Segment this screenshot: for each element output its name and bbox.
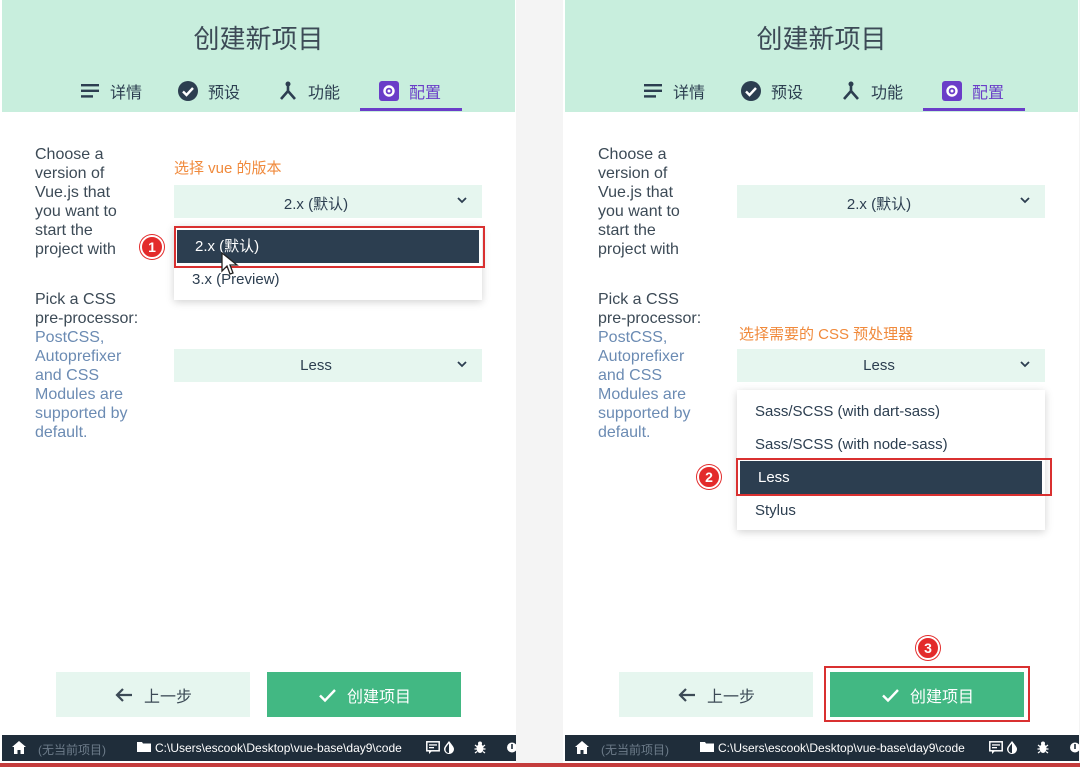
info-icon[interactable] xyxy=(507,741,516,754)
option-stylus[interactable]: Stylus xyxy=(737,494,1045,527)
css-preprocessor-select[interactable]: Less xyxy=(174,349,482,382)
select-value: Less xyxy=(863,357,895,374)
create-project-panel-right: 创建新项目 详情 预设 功能 配置 Choose a version of Vu… xyxy=(563,0,1079,767)
tab-label: 配置 xyxy=(972,85,1005,102)
css-annotation: 选择需要的 CSS 预处理器 xyxy=(739,326,914,343)
arrow-left-icon xyxy=(114,685,134,705)
list-icon xyxy=(643,81,663,101)
project-path[interactable]: C:\Users\escook\Desktop\vue-base\day9\co… xyxy=(155,741,402,755)
folder-icon xyxy=(137,741,151,752)
tab-features[interactable]: 功能 xyxy=(841,76,903,106)
option-dart-sass[interactable]: Sass/SCSS (with dart-sass) xyxy=(737,395,1045,428)
active-tab-indicator xyxy=(360,108,462,111)
current-project-text[interactable]: (无当前项目) xyxy=(601,741,669,758)
header: 创建新项目 详情 预设 功能 配置 xyxy=(565,0,1078,112)
option-node-sass[interactable]: Sass/SCSS (with node-sass) xyxy=(737,428,1045,461)
css-description: PostCSS, Autoprefixer and CSS Modules ar… xyxy=(35,329,128,441)
chevron-down-icon xyxy=(1019,193,1031,207)
project-path[interactable]: C:\Users\escook\Desktop\vue-base\day9\co… xyxy=(718,741,965,755)
status-bar: (无当前项目) C:\Users\escook\Desktop\vue-base… xyxy=(565,735,1079,761)
previous-button[interactable]: 上一步 xyxy=(56,672,250,717)
check-icon xyxy=(317,685,337,705)
step-badge: 2 xyxy=(697,465,721,489)
create-project-button[interactable]: 创建项目 xyxy=(267,672,461,717)
css-label: Pick a CSS pre-processor: xyxy=(35,291,139,327)
tab-details[interactable]: 详情 xyxy=(643,76,705,106)
tab-config[interactable]: 配置 xyxy=(379,76,441,106)
tab-label: 功能 xyxy=(308,85,341,102)
create-project-button[interactable]: 创建项目 xyxy=(830,672,1024,717)
tab-label: 配置 xyxy=(409,85,442,102)
create-project-panel-left: 创建新项目 详情 预设 功能 配置 Choose a version of Vu… xyxy=(0,0,516,767)
console-icon[interactable] xyxy=(426,741,440,754)
info-icon[interactable] xyxy=(1070,741,1079,754)
vue-version-select[interactable]: 2.x (默认) xyxy=(737,185,1045,218)
tab-label: 详情 xyxy=(673,85,706,102)
tab-label: 预设 xyxy=(771,85,804,102)
bug-icon[interactable] xyxy=(1037,741,1049,754)
check-circle-icon xyxy=(178,81,198,101)
select-value: Less xyxy=(300,357,332,374)
tab-label: 功能 xyxy=(871,85,904,102)
select-value: 2.x (默认) xyxy=(283,196,349,213)
mouse-cursor-icon xyxy=(221,251,239,276)
vue-version-select[interactable]: 2.x (默认) xyxy=(174,185,482,218)
check-circle-icon xyxy=(741,81,761,101)
version-label: Choose a version of Vue.js that you want… xyxy=(598,146,680,258)
step-badge: 3 xyxy=(916,636,940,660)
tab-presets[interactable]: 预设 xyxy=(178,76,240,106)
page-title: 创建新项目 xyxy=(756,24,887,54)
tab-details[interactable]: 详情 xyxy=(80,76,142,106)
theme-icon[interactable] xyxy=(1006,741,1018,754)
fork-icon xyxy=(841,81,861,101)
home-icon[interactable] xyxy=(575,741,589,754)
bottom-border xyxy=(0,763,1080,767)
theme-icon[interactable] xyxy=(443,741,455,754)
highlight-box xyxy=(736,458,1052,496)
folder-icon xyxy=(700,741,714,752)
settings-icon xyxy=(379,81,399,101)
check-icon xyxy=(880,685,900,705)
css-description: PostCSS, Autoprefixer and CSS Modules ar… xyxy=(598,329,691,441)
bug-icon[interactable] xyxy=(474,741,486,754)
list-icon xyxy=(80,81,100,101)
header: 创建新项目 详情 预设 功能 配置 xyxy=(2,0,515,112)
button-label: 上一步 xyxy=(143,688,192,706)
button-label: 创建项目 xyxy=(909,688,974,706)
chevron-down-icon xyxy=(456,193,468,207)
settings-icon xyxy=(942,81,962,101)
current-project-text[interactable]: (无当前项目) xyxy=(38,741,106,758)
tab-config[interactable]: 配置 xyxy=(942,76,1004,106)
console-icon[interactable] xyxy=(989,741,1003,754)
css-label: Pick a CSS pre-processor: xyxy=(598,291,702,327)
css-preprocessor-select[interactable]: Less xyxy=(737,349,1045,382)
tab-label: 预设 xyxy=(208,85,241,102)
fork-icon xyxy=(278,81,298,101)
version-label: Choose a version of Vue.js that you want… xyxy=(35,146,117,258)
home-icon[interactable] xyxy=(12,741,26,754)
previous-button[interactable]: 上一步 xyxy=(619,672,813,717)
page-title: 创建新项目 xyxy=(193,24,324,54)
arrow-left-icon xyxy=(677,685,697,705)
version-annotation: 选择 vue 的版本 xyxy=(174,160,282,177)
active-tab-indicator xyxy=(923,108,1025,111)
button-label: 创建项目 xyxy=(346,688,411,706)
status-bar: (无当前项目) C:\Users\escook\Desktop\vue-base… xyxy=(2,735,516,761)
chevron-down-icon xyxy=(1019,357,1031,371)
tab-features[interactable]: 功能 xyxy=(278,76,340,106)
tab-presets[interactable]: 预设 xyxy=(741,76,803,106)
select-value: 2.x (默认) xyxy=(846,196,912,213)
step-badge: 1 xyxy=(140,235,164,259)
tab-label: 详情 xyxy=(110,85,143,102)
chevron-down-icon xyxy=(456,357,468,371)
button-label: 上一步 xyxy=(706,688,755,706)
